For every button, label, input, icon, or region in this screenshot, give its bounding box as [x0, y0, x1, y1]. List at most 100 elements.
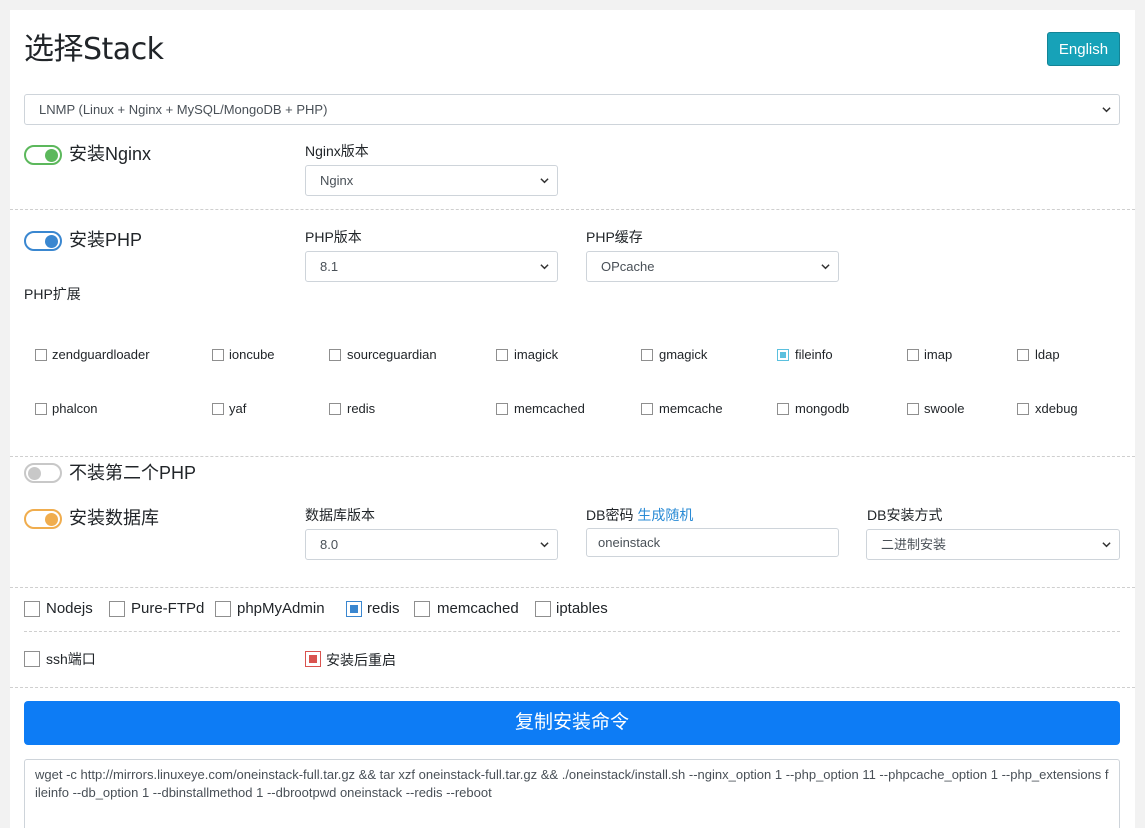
- ext-checkbox-mongodb[interactable]: [777, 403, 789, 415]
- ext-checkbox-fileinfo[interactable]: [777, 349, 789, 361]
- php-version-value: 8.1: [320, 259, 339, 274]
- db-version-value: 8.0: [320, 537, 339, 552]
- db-method-select[interactable]: 二进制安装: [866, 529, 1120, 560]
- reboot-checkbox[interactable]: [305, 651, 321, 667]
- ext-label: memcache: [659, 401, 723, 416]
- php-cache-select[interactable]: OPcache: [586, 251, 839, 282]
- nginx-toggle-label: 安装Nginx: [69, 144, 152, 164]
- reboot-label: 安装后重启: [326, 652, 396, 668]
- stack-select-value: LNMP (Linux + Nginx + MySQL/MongoDB + PH…: [39, 102, 328, 117]
- option-checkbox-phpmyadmin[interactable]: [215, 601, 231, 617]
- chevron-down-icon: [540, 176, 549, 185]
- php-toggle-label: 安装PHP: [69, 230, 143, 250]
- ext-label: redis: [347, 401, 376, 416]
- section-divider: [10, 587, 1135, 588]
- php2-toggle-label: 不装第二个PHP: [69, 463, 197, 483]
- db-password-label-text: DB密码: [586, 507, 634, 523]
- nginx-version-select[interactable]: Nginx: [305, 165, 558, 196]
- db-version-label: 数据库版本: [305, 507, 375, 523]
- ext-label: phalcon: [52, 401, 98, 416]
- db-toggle[interactable]: [24, 509, 62, 529]
- option-checkbox-iptables[interactable]: [535, 601, 551, 617]
- ext-checkbox-ioncube[interactable]: [212, 349, 224, 361]
- checkbox-fill: [780, 352, 786, 358]
- nginx-toggle[interactable]: [24, 145, 62, 165]
- db-method-label: DB安装方式: [867, 507, 943, 523]
- toggle-knob: [28, 467, 41, 480]
- option-checkbox-nodejs[interactable]: [24, 601, 40, 617]
- ext-checkbox-zendguardloader[interactable]: [35, 349, 47, 361]
- chevron-down-icon: [540, 262, 549, 271]
- page-title: 选择Stack: [24, 32, 164, 67]
- option-label: memcached: [437, 600, 519, 617]
- toggle-knob: [45, 513, 58, 526]
- section-divider: [10, 456, 1135, 457]
- php-version-select[interactable]: 8.1: [305, 251, 558, 282]
- ext-checkbox-memcache[interactable]: [641, 403, 653, 415]
- db-method-value: 二进制安装: [881, 537, 947, 552]
- option-label: Nodejs: [46, 600, 93, 617]
- ext-label: imagick: [514, 347, 559, 362]
- php-toggle[interactable]: [24, 231, 62, 251]
- ext-checkbox-yaf[interactable]: [212, 403, 224, 415]
- copy-command-button[interactable]: 复制安装命令: [24, 701, 1120, 745]
- ext-checkbox-imap[interactable]: [907, 349, 919, 361]
- db-password-label: DB密码 生成随机: [586, 506, 693, 524]
- chevron-down-icon: [821, 262, 830, 271]
- option-checkbox-redis[interactable]: [346, 601, 362, 617]
- ssh-port-label: ssh端口: [46, 651, 96, 667]
- ext-label: gmagick: [659, 347, 708, 362]
- ext-checkbox-redis[interactable]: [329, 403, 341, 415]
- generate-random-link[interactable]: 生成随机: [637, 507, 693, 523]
- php-ext-label: PHP扩展: [24, 286, 81, 302]
- ssh-port-checkbox[interactable]: [24, 651, 40, 667]
- stack-select[interactable]: LNMP (Linux + Nginx + MySQL/MongoDB + PH…: [24, 94, 1120, 125]
- nginx-version-label: Nginx版本: [305, 143, 369, 159]
- db-password-input[interactable]: oneinstack: [586, 528, 839, 557]
- php-version-label: PHP版本: [305, 229, 362, 245]
- ext-checkbox-gmagick[interactable]: [641, 349, 653, 361]
- chevron-down-icon: [1102, 540, 1111, 549]
- ext-checkbox-phalcon[interactable]: [35, 403, 47, 415]
- ext-label: fileinfo: [795, 347, 833, 362]
- section-divider: [24, 631, 1120, 632]
- php2-toggle[interactable]: [24, 463, 62, 483]
- ext-label: mongodb: [795, 401, 850, 416]
- option-label: Pure-FTPd: [131, 600, 205, 617]
- ext-label: ldap: [1035, 347, 1060, 362]
- ext-label: imap: [924, 347, 953, 362]
- checkbox-fill: [350, 605, 358, 613]
- ext-checkbox-memcached[interactable]: [496, 403, 508, 415]
- toggle-knob: [45, 149, 58, 162]
- nginx-version-value: Nginx: [320, 173, 354, 188]
- ext-checkbox-xdebug[interactable]: [1017, 403, 1029, 415]
- db-toggle-label: 安装数据库: [69, 508, 159, 528]
- ext-label: memcached: [514, 401, 585, 416]
- option-checkbox-pureftpd[interactable]: [109, 601, 125, 617]
- english-button[interactable]: English: [1047, 32, 1120, 66]
- ext-label: ioncube: [229, 347, 275, 362]
- option-checkbox-memcached[interactable]: [414, 601, 430, 617]
- php-cache-value: OPcache: [601, 259, 655, 274]
- option-label: redis: [367, 600, 400, 617]
- section-divider: [10, 687, 1135, 688]
- ext-label: zendguardloader: [52, 347, 150, 362]
- option-label: phpMyAdmin: [237, 600, 325, 617]
- install-command-textarea[interactable]: wget -c http://mirrors.linuxeye.com/onei…: [24, 759, 1120, 828]
- chevron-down-icon: [540, 540, 549, 549]
- ext-checkbox-imagick[interactable]: [496, 349, 508, 361]
- chevron-down-icon: [1102, 105, 1111, 114]
- option-label: iptables: [556, 600, 608, 617]
- ext-label: swoole: [924, 401, 965, 416]
- toggle-knob: [45, 235, 58, 248]
- db-version-select[interactable]: 8.0: [305, 529, 558, 560]
- ext-label: sourceguardian: [347, 347, 437, 362]
- ext-checkbox-ldap[interactable]: [1017, 349, 1029, 361]
- ext-label: xdebug: [1035, 401, 1078, 416]
- main-card: 选择Stack English LNMP (Linux + Nginx + My…: [10, 10, 1135, 828]
- ext-label: yaf: [229, 401, 247, 416]
- ext-checkbox-swoole[interactable]: [907, 403, 919, 415]
- checkbox-fill: [309, 655, 317, 663]
- section-divider: [10, 209, 1135, 210]
- ext-checkbox-sourceguardian[interactable]: [329, 349, 341, 361]
